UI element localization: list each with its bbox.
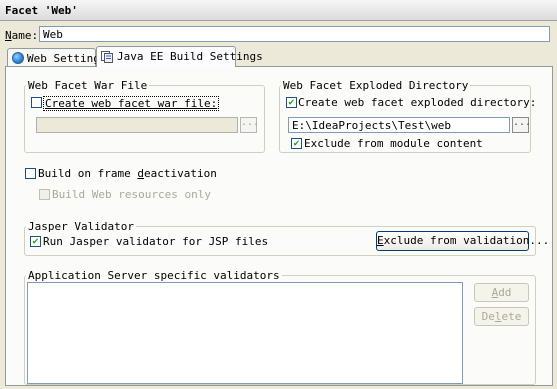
tab-web-settings[interactable]: Web Settings <box>7 48 106 67</box>
build-web-resources-label: Build Web resources only <box>52 188 211 201</box>
web-globe-icon <box>12 52 24 64</box>
run-jasper-checkbox[interactable]: ✔ <box>30 236 41 247</box>
delete-validator-button[interactable]: Delete <box>474 307 529 326</box>
exclude-from-validation-button[interactable]: Exclude from validation... <box>376 231 549 251</box>
create-war-label: Create web facet war file: <box>43 96 220 111</box>
create-exploded-label: Create web facet exploded directory: <box>298 96 537 109</box>
build-on-frame-deactivation-checkbox[interactable] <box>25 168 36 179</box>
app-server-validators-list[interactable] <box>27 282 463 384</box>
exploded-group-title: Web Facet Exploded Directory <box>281 79 471 92</box>
tab-java-ee-build-settings[interactable]: Java EE Build Settings <box>96 46 263 67</box>
create-war-checkbox[interactable] <box>31 97 42 108</box>
add-validator-button[interactable]: Add <box>474 283 529 302</box>
exclude-from-module-label: Exclude from module content <box>304 137 483 150</box>
exclude-from-module-checkbox[interactable]: ✔ <box>291 138 302 149</box>
war-browse-button[interactable]: ... <box>240 117 259 133</box>
name-input[interactable]: Web <box>39 26 550 42</box>
war-group-title: Web Facet War File <box>26 79 150 92</box>
create-exploded-checkbox[interactable]: ✔ <box>286 97 297 108</box>
exploded-path-input[interactable]: E:\IdeaProjects\Test\web <box>288 117 510 133</box>
jasper-group-title: Jasper Validator <box>26 220 136 233</box>
java-ee-icon <box>101 51 113 63</box>
war-path-input[interactable] <box>36 117 238 133</box>
run-jasper-label: Run Jasper validator for JSP files <box>43 235 269 248</box>
exploded-browse-button[interactable]: ... <box>512 117 531 133</box>
window-title: Facet 'Web' <box>5 4 78 17</box>
build-web-resources-checkbox[interactable] <box>39 189 50 200</box>
name-label: Name: <box>5 29 39 42</box>
build-on-frame-deactivation-label: Build on frame deactivation <box>38 167 217 180</box>
window-title-bar: Facet 'Web' <box>0 0 557 21</box>
app-server-validators-title: Application Server specific validators <box>26 269 282 282</box>
